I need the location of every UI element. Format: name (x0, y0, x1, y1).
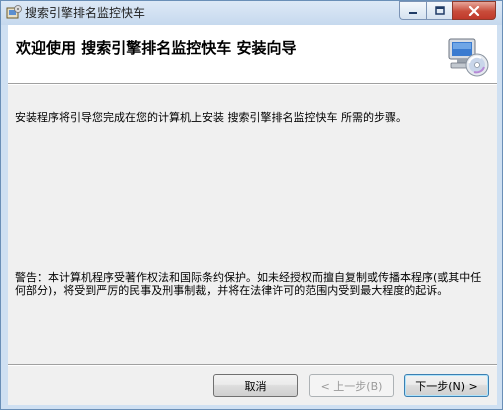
title-bar[interactable]: 搜索引擎排名监控快车 (1, 1, 502, 25)
minimize-icon (409, 11, 417, 14)
close-button[interactable] (452, 1, 496, 20)
wizard-content: 安装程序将引导您完成在您的计算机上安装 搜索引擎排名监控快车 所需的步骤。 警告… (8, 84, 497, 364)
wizard-title: 欢迎使用 搜索引擎排名监控快车 安装向导 (16, 39, 297, 57)
minimize-button[interactable] (399, 1, 426, 20)
wizard-header: 欢迎使用 搜索引擎排名监控快车 安装向导 (8, 25, 497, 84)
installer-window: 搜索引擎排名监控快车 欢迎使用 搜索引擎排名监控快车 安装向导 安装程序将引导您… (0, 0, 503, 410)
cancel-button[interactable]: 取消 (213, 374, 298, 397)
close-icon (468, 5, 480, 16)
window-title: 搜索引擎排名监控快车 (25, 6, 146, 20)
next-button[interactable]: 下一步(N) > (404, 374, 489, 397)
back-button[interactable]: < 上一步(B) (309, 374, 394, 397)
caption-buttons (399, 1, 496, 20)
maximize-button[interactable] (426, 1, 452, 20)
computer-cd-icon (448, 38, 489, 77)
wizard-footer: 取消 < 上一步(B) 下一步(N) > (8, 364, 497, 405)
copyright-warning: 警告：本计算机程序受著作权法和国际条约保护。如未经授权而擅自复制或传播本程序(或… (15, 271, 482, 297)
intro-text: 安装程序将引导您完成在您的计算机上安装 搜索引擎排名监控快车 所需的步骤。 (15, 111, 407, 124)
maximize-icon (434, 6, 445, 15)
installer-app-icon (6, 5, 22, 19)
